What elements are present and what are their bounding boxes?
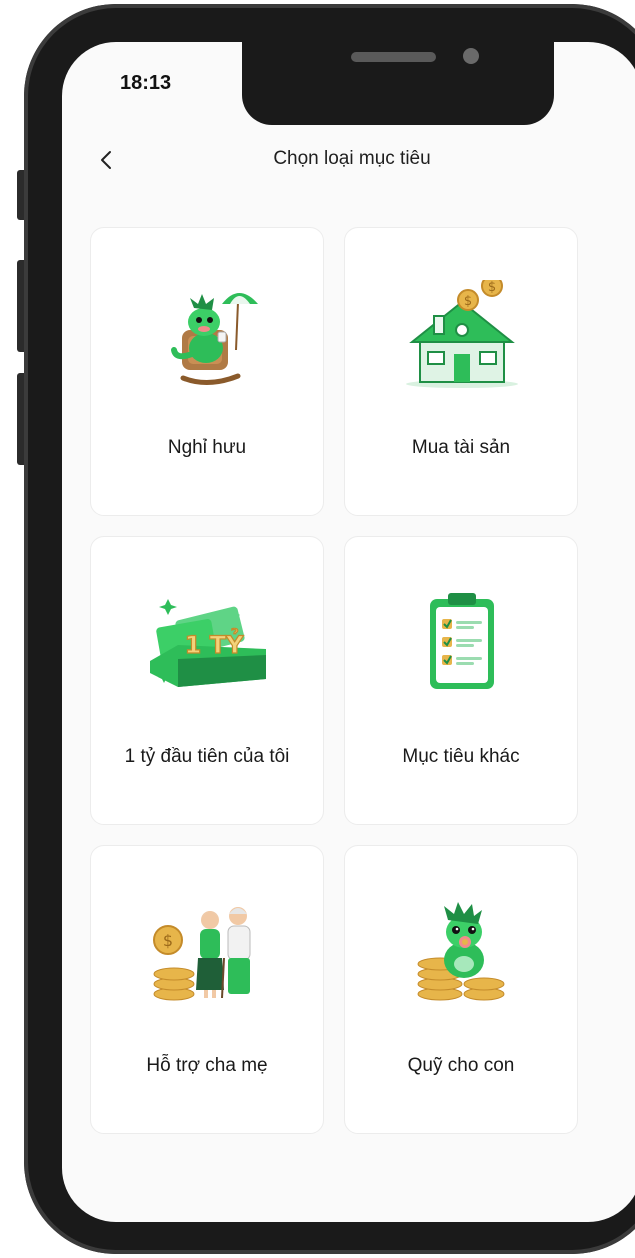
goal-card-label: Nghỉ hưu: [167, 437, 247, 458]
goal-card-buy-property[interactable]: $ $ Mua tài sản: [344, 227, 578, 516]
screen: 18:13 88 Chọn loại mục tiêu: [62, 42, 635, 1222]
elderly-parents-coins-icon: $: [153, 907, 251, 1001]
status-time: 18:13: [120, 72, 172, 94]
svg-text:$: $: [464, 294, 472, 309]
page-title: Chọn loại mục tiêu: [273, 148, 431, 169]
goal-card-label: Mục tiêu khác: [402, 746, 520, 767]
svg-text:$: $: [163, 931, 173, 950]
goal-card-label: Mua tài sản: [411, 437, 511, 458]
svg-text:$: $: [488, 280, 496, 295]
notch: [242, 42, 554, 125]
clipboard-checklist-icon: [430, 593, 494, 689]
badge-text: 1 TỶ: [185, 626, 244, 659]
front-camera: [463, 48, 479, 64]
dragon-coins-icon: [417, 902, 505, 1001]
money-1-ty-icon: 1 TỶ: [150, 599, 266, 687]
goal-card-label: Hỗ trợ cha mẹ: [146, 1055, 268, 1076]
goal-card-label: Quỹ cho con: [407, 1055, 515, 1076]
house-coins-icon: $ $: [406, 280, 518, 388]
goal-card-kids-fund[interactable]: Quỹ cho con: [344, 845, 578, 1134]
dragon-rocking-chair-icon: [171, 293, 258, 385]
speaker: [351, 52, 436, 62]
goal-card-first-billion[interactable]: 1 TỶ 1 tỷ đầu tiên của tôi: [90, 536, 324, 825]
goal-card-label: 1 tỷ đầu tiên của tôi: [124, 746, 290, 767]
goal-card-retirement[interactable]: Nghỉ hưu: [90, 227, 324, 516]
goal-card-support-parents[interactable]: $ Hỗ trợ cha mẹ: [90, 845, 324, 1134]
goal-card-other[interactable]: Mục tiêu khác: [344, 536, 578, 825]
